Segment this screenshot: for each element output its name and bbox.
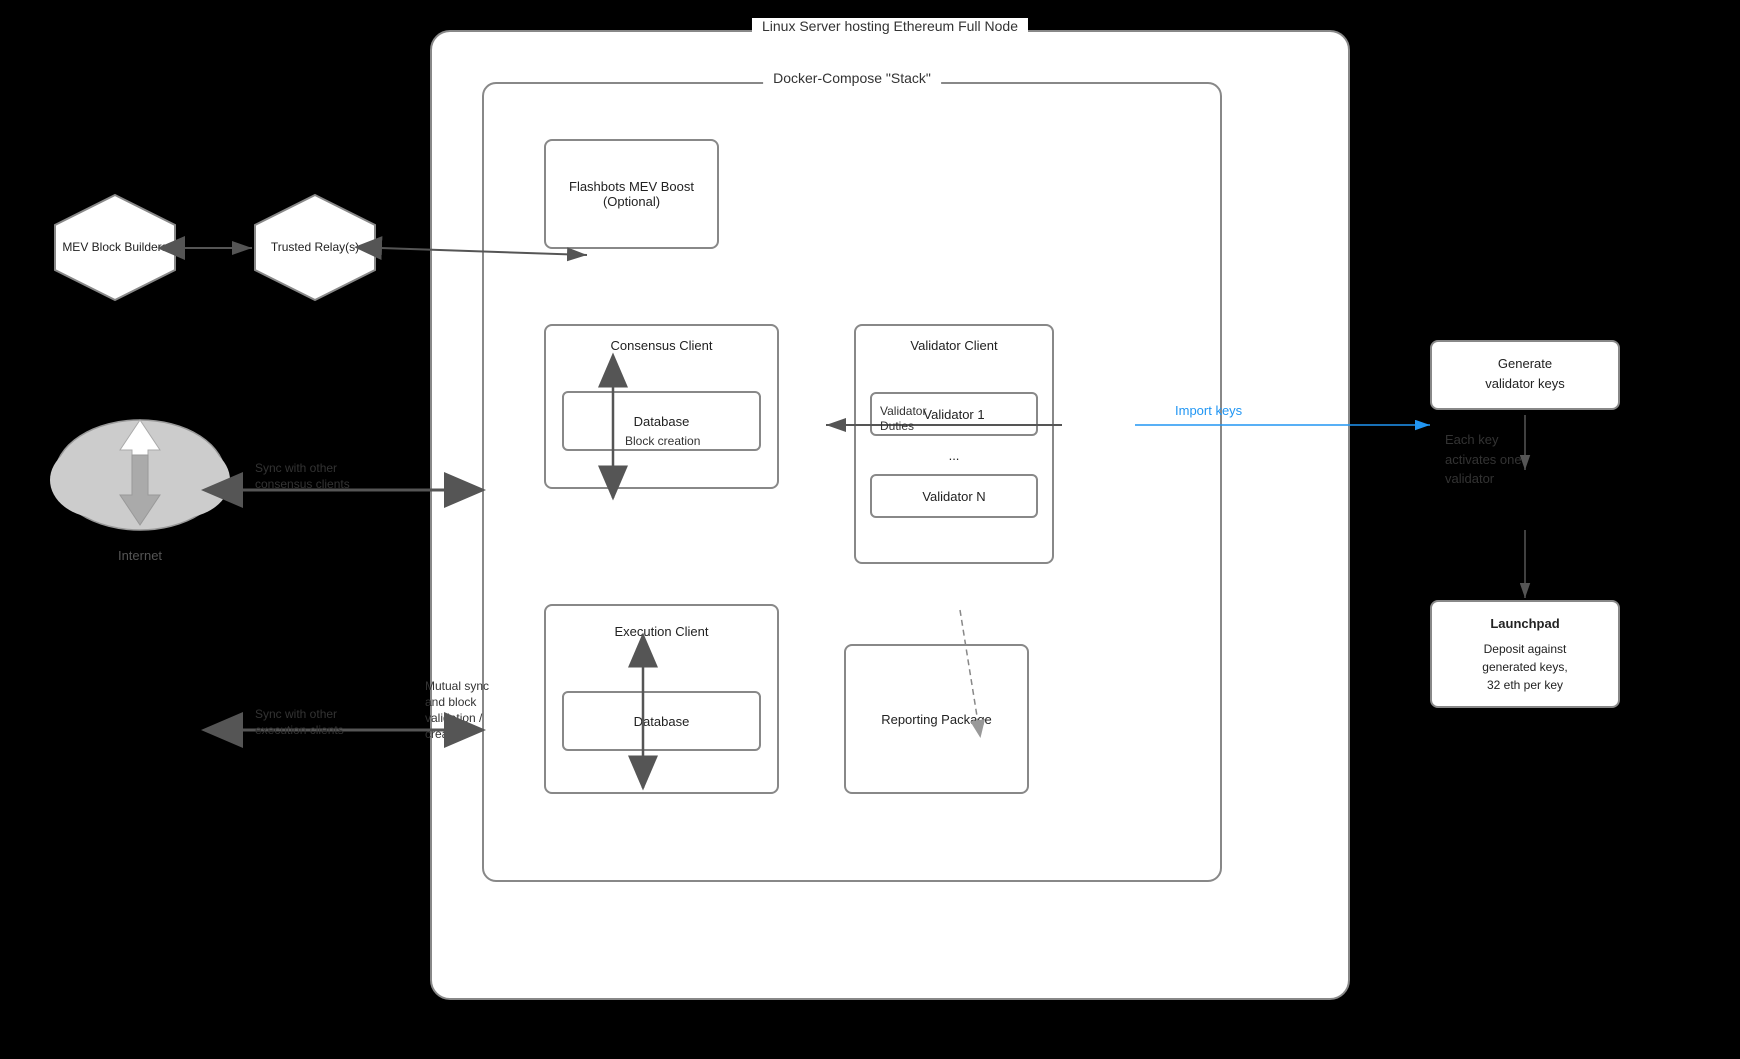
validator-1: Validator 1 (870, 392, 1038, 436)
docker-label: Docker-Compose "Stack" (763, 70, 941, 86)
validator-dots: ... (856, 448, 1052, 463)
execution-title: Execution Client (546, 624, 777, 639)
validator-n: Validator N (870, 474, 1038, 518)
trusted-relay-label: Trusted Relay(s) (250, 190, 380, 305)
launchpad-title: Launchpad (1444, 614, 1606, 634)
generate-keys-box: Generate validator keys (1430, 340, 1620, 410)
internet-cloud: Internet (40, 390, 240, 580)
validator-title: Validator Client (856, 338, 1052, 353)
svg-text:execution clients: execution clients (255, 723, 344, 737)
consensus-db: Database (562, 391, 761, 451)
flashbots-box: Flashbots MEV Boost (Optional) (544, 139, 719, 249)
launchpad-box: Launchpad Deposit against generated keys… (1430, 600, 1620, 708)
generate-keys-label: Generate validator keys (1444, 354, 1606, 393)
flashbots-label: Flashbots MEV Boost (Optional) (554, 179, 709, 209)
validator-outer: Validator Client Validator 1 ... Validat… (854, 324, 1054, 564)
linux-server-label: Linux Server hosting Ethereum Full Node (752, 18, 1028, 34)
linux-server-box: Linux Server hosting Ethereum Full Node … (430, 30, 1350, 1000)
diagram-area: Linux Server hosting Ethereum Full Node … (0, 0, 1740, 1059)
consensus-outer: Consensus Client Database (544, 324, 779, 489)
cloud-svg (40, 390, 240, 550)
svg-text:Sync with other: Sync with other (255, 461, 337, 475)
launchpad-deposit: Deposit against generated keys, 32 eth p… (1444, 640, 1606, 694)
reporting-box: Reporting Package (844, 644, 1029, 794)
svg-text:Sync with other: Sync with other (255, 707, 337, 721)
mev-builders-hex: MEV Block Builders (50, 190, 180, 305)
reporting-label: Reporting Package (881, 712, 992, 727)
consensus-title: Consensus Client (546, 338, 777, 353)
execution-outer: Execution Client Database (544, 604, 779, 794)
mev-builders-label: MEV Block Builders (50, 190, 180, 305)
trusted-relay-hex: Trusted Relay(s) (250, 190, 380, 305)
internet-label: Internet (40, 548, 240, 563)
execution-db: Database (562, 691, 761, 751)
docker-box: Docker-Compose "Stack" Flashbots MEV Boo… (482, 82, 1222, 882)
each-key-text: Each key activates one validator (1445, 430, 1522, 489)
svg-text:consensus clients: consensus clients (255, 477, 350, 491)
